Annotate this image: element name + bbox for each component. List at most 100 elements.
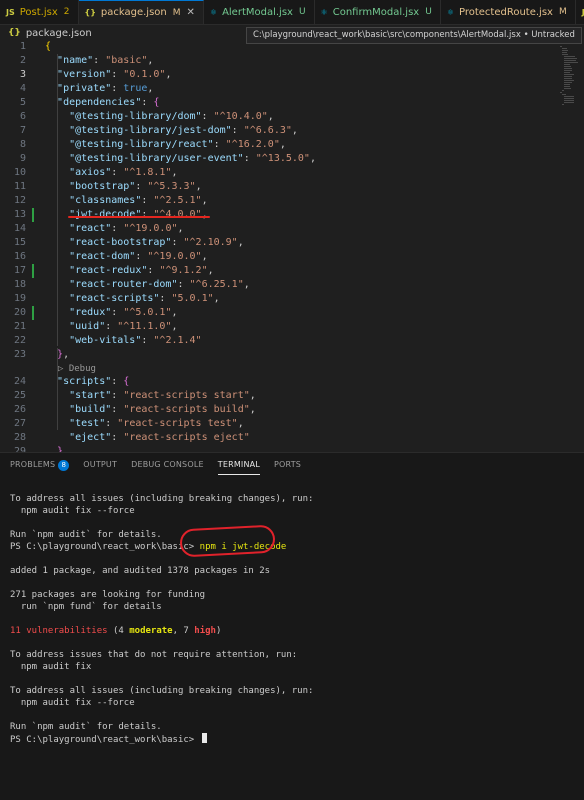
minimap-line [564,98,575,99]
vuln-close: ) [215,626,222,636]
minimap-line [564,56,576,57]
panel-tab-label: OUTPUT [83,460,118,469]
terminal-line: To address all issues (including breakin… [10,494,314,504]
tab-alertmodal-jsx[interactable]: ⚛ AlertModal.jsx U [204,0,315,24]
code-text: "react-router-dom": "^6.25.1", [69,279,250,290]
git-change-marker[interactable] [32,306,34,320]
minimap-line [564,60,576,61]
terminal-output[interactable]: To address all issues (including breakin… [0,477,584,800]
minimap[interactable] [556,40,584,160]
terminal-line: run `npm fund` for details [10,602,162,612]
vulnerability-count: 11 vulnerabilities [10,626,108,636]
panel-tab-terminal[interactable]: TERMINAL [217,453,261,477]
codelens-row[interactable]: ▷ Debug [0,362,560,375]
panel-tab-output[interactable]: OUTPUT [83,453,117,477]
breadcrumb[interactable]: {} package.json [8,26,92,40]
terminal-line: npm audit fix --force [10,506,135,516]
terminal-prompt: PS C:\playground\react_work\basic> [10,735,200,745]
tab-label: ConfirmModal.jsx [332,6,420,18]
code-line: 13 "jwt-decode": "^4.0.0", [0,208,560,222]
close-icon[interactable]: ✕ [187,7,195,18]
code-text: { [45,41,52,52]
code-line: 12 "classnames": "^2.5.1", [0,194,560,208]
js-file-icon: JS [6,7,15,17]
code-text: "test": "react-scripts test", [69,418,244,429]
minimap-line [562,52,568,53]
debug-codelens[interactable]: ▷ Debug [58,363,96,375]
code-text: "name": "basic", [57,55,154,66]
line-number: 2 [19,55,26,66]
minimap-line [564,102,574,103]
minimap-line [564,100,574,101]
line-number: 1 [19,41,26,52]
code-text: "react-bootstrap": "^2.10.9", [69,237,244,248]
minimap-line [564,62,578,63]
terminal-line: Run `npm audit` for details. [10,722,162,732]
code-line: 9 "@testing-library/user-event": "^13.5.… [0,152,560,166]
code-line: 19 "react-scripts": "5.0.1", [0,292,560,306]
code-line: 18 "react-router-dom": "^6.25.1", [0,278,560,292]
code-text: "classnames": "^2.5.1", [69,195,208,206]
tab-label: AlertModal.jsx [222,6,293,18]
line-number: 26 [13,404,26,415]
code-line: 27 "test": "react-scripts test", [0,417,560,431]
minimap-line [564,70,572,71]
panel-tab-label: DEBUG CONSOLE [131,460,204,469]
tab-index[interactable]: JSindex [576,0,584,24]
line-number: 16 [13,251,26,262]
panel-tab-debug-console[interactable]: DEBUG CONSOLE [131,453,204,477]
minimap-line [564,76,572,77]
code-text: "private": true, [57,83,154,94]
code-text: "react-redux": "^9.1.2", [69,265,214,276]
line-number: 14 [13,223,26,234]
minimap-line [562,54,568,55]
terminal-line: 271 packages are looking for funding [10,590,206,600]
line-number: 6 [19,111,26,122]
code-text: "@testing-library/user-event": "^13.5.0"… [69,153,316,164]
git-change-marker[interactable] [32,208,34,222]
tab-protectedroute-jsx[interactable]: ⚛ ProtectedRoute.jsx M [441,0,576,24]
terminal-line: added 1 package, and audited 1378 packag… [10,566,271,576]
code-text: "@testing-library/jest-dom": "^6.6.3", [69,125,298,136]
line-number: 8 [19,139,26,150]
terminal-cursor[interactable] [201,733,207,743]
line-number: 3 [19,69,26,80]
indent-guide [57,348,58,430]
terminal-prompt: PS C:\playground\react_work\basic> [10,542,195,552]
code-text: "uuid": "^11.1.0", [69,321,178,332]
terminal-line: 11 vulnerabilities (4 moderate, 7 high) [10,625,221,637]
line-number: 13 [13,209,26,220]
code-line: 23 }, [0,348,560,362]
minimap-line [564,88,572,89]
minimap-line [562,48,568,49]
git-change-marker[interactable] [32,264,34,278]
vuln-mid: , 7 [172,626,195,636]
tab-status-badge: M [558,7,567,17]
code-line: 10 "axios": "^1.8.1", [0,166,560,180]
panel-tab-ports[interactable]: PORTS [274,453,301,477]
tab-confirmmodal-jsx[interactable]: ⚛ ConfirmModal.jsx U [315,0,441,24]
line-number: 9 [19,153,26,164]
code-text: "build": "react-scripts build", [69,404,256,415]
breadcrumb-file[interactable]: package.json [26,28,92,39]
code-line: 17 "react-redux": "^9.1.2", [0,264,560,278]
code-editor[interactable]: 1 {2 "name": "basic", 3 "version": "0.1.0"… [0,40,584,457]
tab-status-badge: U [298,7,306,17]
minimap-line [564,82,573,83]
code-line: 7 "@testing-library/jest-dom": "^6.6.3", [0,124,560,138]
code-line: 15 "react-bootstrap": "^2.10.9", [0,236,560,250]
vuln-open: (4 [107,626,130,636]
code-text: "version": "0.1.0", [57,69,172,80]
tab-package-json[interactable]: {} package.json M ✕ [78,0,204,24]
terminal-line: Run `npm audit` for details. [10,530,162,540]
tab-status-badge: M [172,7,181,18]
panel-tab-problems[interactable]: PROBLEMS 8 [10,453,70,477]
code-text: "dependencies": { [57,97,160,108]
minimap-line [562,94,566,95]
tab-post-jsx[interactable]: JS Post.jsx 2 [0,0,79,24]
problems-count-badge: 8 [58,459,70,471]
code-line: 4 "private": true, [0,82,560,96]
line-number: 28 [13,432,26,443]
json-file-icon: {} [8,28,21,38]
line-number: 18 [13,279,26,290]
